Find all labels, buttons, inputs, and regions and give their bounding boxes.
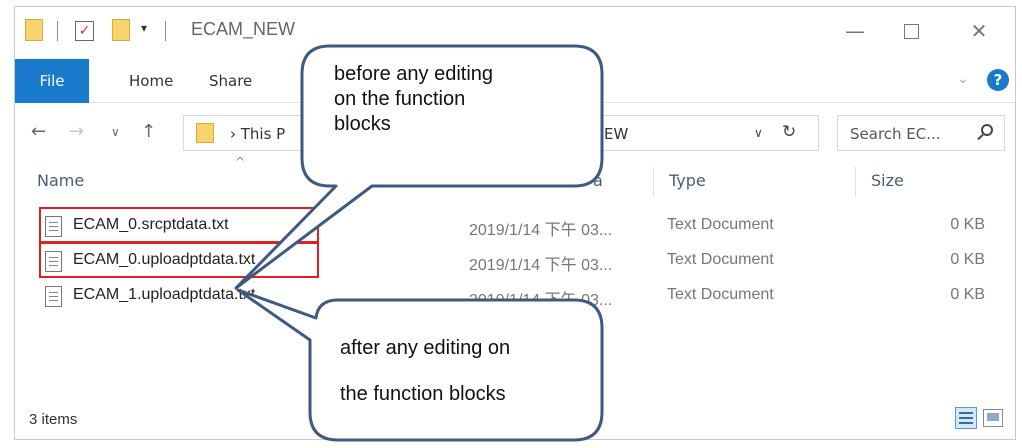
callout-line: after any editing on	[340, 337, 511, 359]
callout-line: blocks	[334, 113, 391, 135]
callout-line: on the function	[334, 88, 466, 110]
callout-line: the function blocks	[340, 383, 506, 405]
callout-after-editing: after any editing on the function blocks	[340, 325, 510, 417]
callout-shapes	[234, 44, 604, 442]
callout-before-editing: before any editing on the function block…	[334, 62, 493, 137]
callout-line: before any editing	[334, 63, 494, 85]
